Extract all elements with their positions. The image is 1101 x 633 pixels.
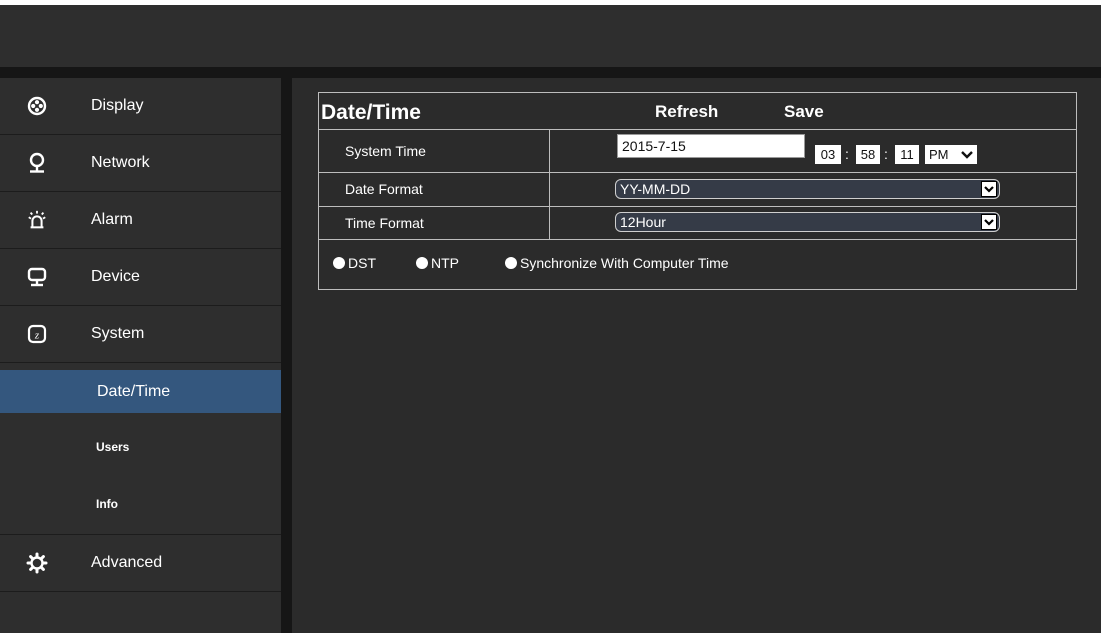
gear-icon: [26, 535, 48, 591]
main-content: Date/Time Refresh Save System Time 2015-…: [292, 78, 1101, 633]
sidebar-item-device[interactable]: Device: [0, 249, 281, 306]
sidebar-item-label: Advanced: [91, 554, 163, 571]
time-colon: :: [884, 146, 888, 162]
table-divider: [319, 129, 1076, 130]
ampm-select[interactable]: PM: [925, 145, 977, 164]
chevron-down-icon: [981, 214, 997, 230]
dst-label: DST: [348, 255, 376, 271]
sidebar-item-label: Alarm: [91, 211, 133, 228]
sidebar-item-network[interactable]: Network: [0, 135, 281, 192]
top-header-bar: [0, 5, 1101, 67]
table-divider: [319, 239, 1076, 240]
time-format-value: 12Hour: [620, 214, 666, 230]
chevron-down-icon: [960, 145, 974, 169]
sidebar-subitem-label: Users: [96, 440, 130, 454]
time-format-select[interactable]: 12Hour: [615, 212, 1000, 232]
ntp-label: NTP: [431, 255, 459, 271]
hour-field[interactable]: 03: [815, 145, 841, 164]
sidebar-subitem-label: Date/Time: [97, 383, 171, 400]
time-colon: :: [845, 146, 849, 162]
sidebar-item-label: Device: [91, 268, 140, 285]
save-button[interactable]: Save: [784, 102, 824, 122]
table-column-divider: [549, 129, 550, 239]
page-title: Date/Time: [321, 101, 421, 124]
sidebar-item-system[interactable]: z System: [0, 306, 281, 363]
minute-field[interactable]: 58: [856, 145, 880, 164]
display-icon: [26, 78, 48, 134]
sidebar-item-display[interactable]: Display: [0, 78, 281, 135]
alarm-icon: [26, 192, 48, 248]
sidebar-item-alarm[interactable]: Alarm: [0, 192, 281, 249]
sidebar-subitem-label: Info: [96, 497, 118, 511]
ampm-value: PM: [929, 147, 949, 162]
sync-label: Synchronize With Computer Time: [520, 255, 729, 271]
device-icon: [26, 249, 48, 305]
date-input[interactable]: 2015-7-15: [617, 134, 805, 158]
datetime-panel: Date/Time Refresh Save System Time 2015-…: [318, 92, 1077, 290]
date-format-value: YY-MM-DD: [620, 181, 691, 197]
system-time-label: System Time: [345, 143, 426, 159]
sidebar-divider: [281, 78, 292, 633]
second-field[interactable]: 11: [895, 145, 919, 164]
svg-text:z: z: [34, 330, 40, 342]
sidebar-item-label: System: [91, 325, 145, 342]
sidebar-subitem-users[interactable]: Users: [0, 426, 281, 469]
table-divider: [319, 172, 1076, 173]
sidebar: Display Network Alarm Device z System Da…: [0, 78, 281, 633]
sidebar-item-label: Display: [91, 97, 144, 114]
table-divider: [319, 206, 1076, 207]
refresh-button[interactable]: Refresh: [655, 102, 718, 122]
time-format-label: Time Format: [345, 215, 424, 231]
chevron-down-icon: [981, 181, 997, 197]
dst-radio[interactable]: [333, 257, 345, 269]
sidebar-item-advanced[interactable]: Advanced: [0, 534, 281, 592]
header-separator: [0, 67, 1101, 78]
ntp-radio[interactable]: [416, 257, 428, 269]
network-icon: [26, 135, 48, 191]
sidebar-subitem-datetime[interactable]: Date/Time: [0, 370, 281, 413]
date-format-select[interactable]: YY-MM-DD: [615, 179, 1000, 199]
sidebar-subitem-info[interactable]: Info: [0, 483, 281, 526]
sidebar-item-label: Network: [91, 154, 150, 171]
sync-radio[interactable]: [505, 257, 517, 269]
date-format-label: Date Format: [345, 181, 423, 197]
system-icon: z: [26, 306, 48, 362]
